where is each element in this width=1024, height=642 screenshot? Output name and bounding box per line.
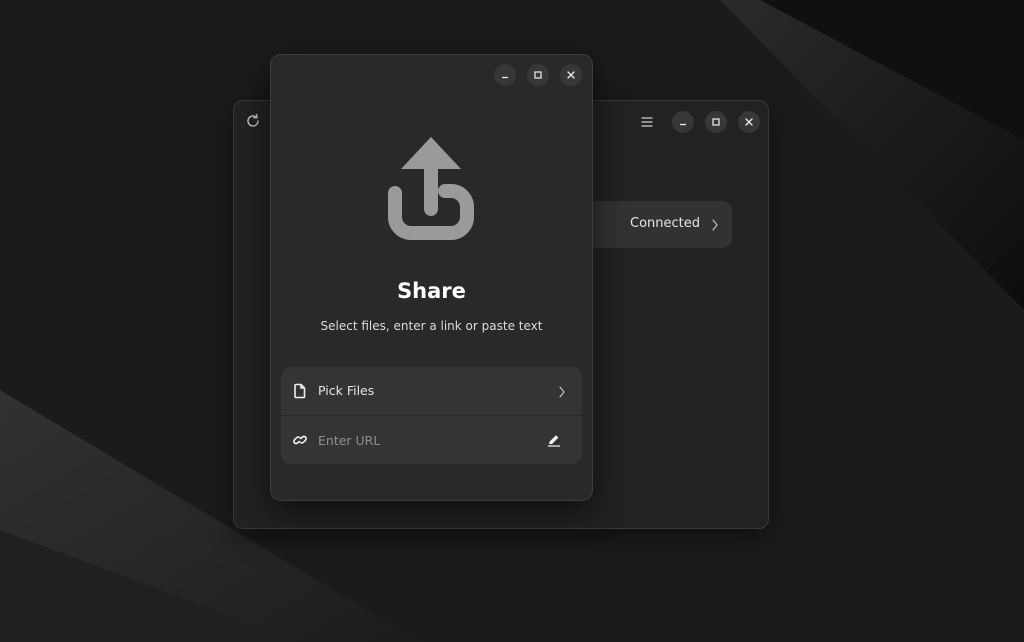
- close-icon: [567, 71, 575, 79]
- chevron-right-icon: [710, 217, 720, 231]
- dialog-subtitle: Select files, enter a link or paste text: [320, 319, 543, 333]
- back-maximize-button[interactable]: [705, 111, 727, 133]
- enter-url-row[interactable]: [281, 416, 582, 464]
- share-close-button[interactable]: [560, 64, 582, 86]
- url-input[interactable]: [318, 428, 538, 452]
- share-maximize-button[interactable]: [527, 64, 549, 86]
- chevron-right-icon: [557, 384, 567, 398]
- minimize-icon: [680, 123, 686, 126]
- pick-files-row[interactable]: Pick Files: [281, 367, 582, 415]
- share-options-list: Pick Files: [281, 367, 582, 464]
- minimize-icon: [502, 76, 508, 79]
- back-minimize-button[interactable]: [672, 111, 694, 133]
- pick-files-label: Pick Files: [318, 383, 375, 398]
- share-dialog[interactable]: Share Select files, enter a link or past…: [270, 54, 593, 501]
- close-icon: [745, 118, 753, 126]
- connected-label: Connected: [630, 216, 701, 231]
- link-icon: [293, 432, 307, 448]
- connected-row[interactable]: Connected: [574, 201, 732, 248]
- file-icon: [293, 383, 307, 399]
- refresh-icon[interactable]: [244, 112, 262, 130]
- hamburger-menu-icon[interactable]: [638, 113, 656, 131]
- maximize-icon: [534, 71, 542, 79]
- dialog-title: Share: [397, 279, 466, 303]
- maximize-icon: [712, 118, 720, 126]
- edit-pencil-icon[interactable]: [546, 432, 562, 448]
- back-close-button[interactable]: [738, 111, 760, 133]
- share-minimize-button[interactable]: [494, 64, 516, 86]
- share-upload-icon: [379, 135, 483, 241]
